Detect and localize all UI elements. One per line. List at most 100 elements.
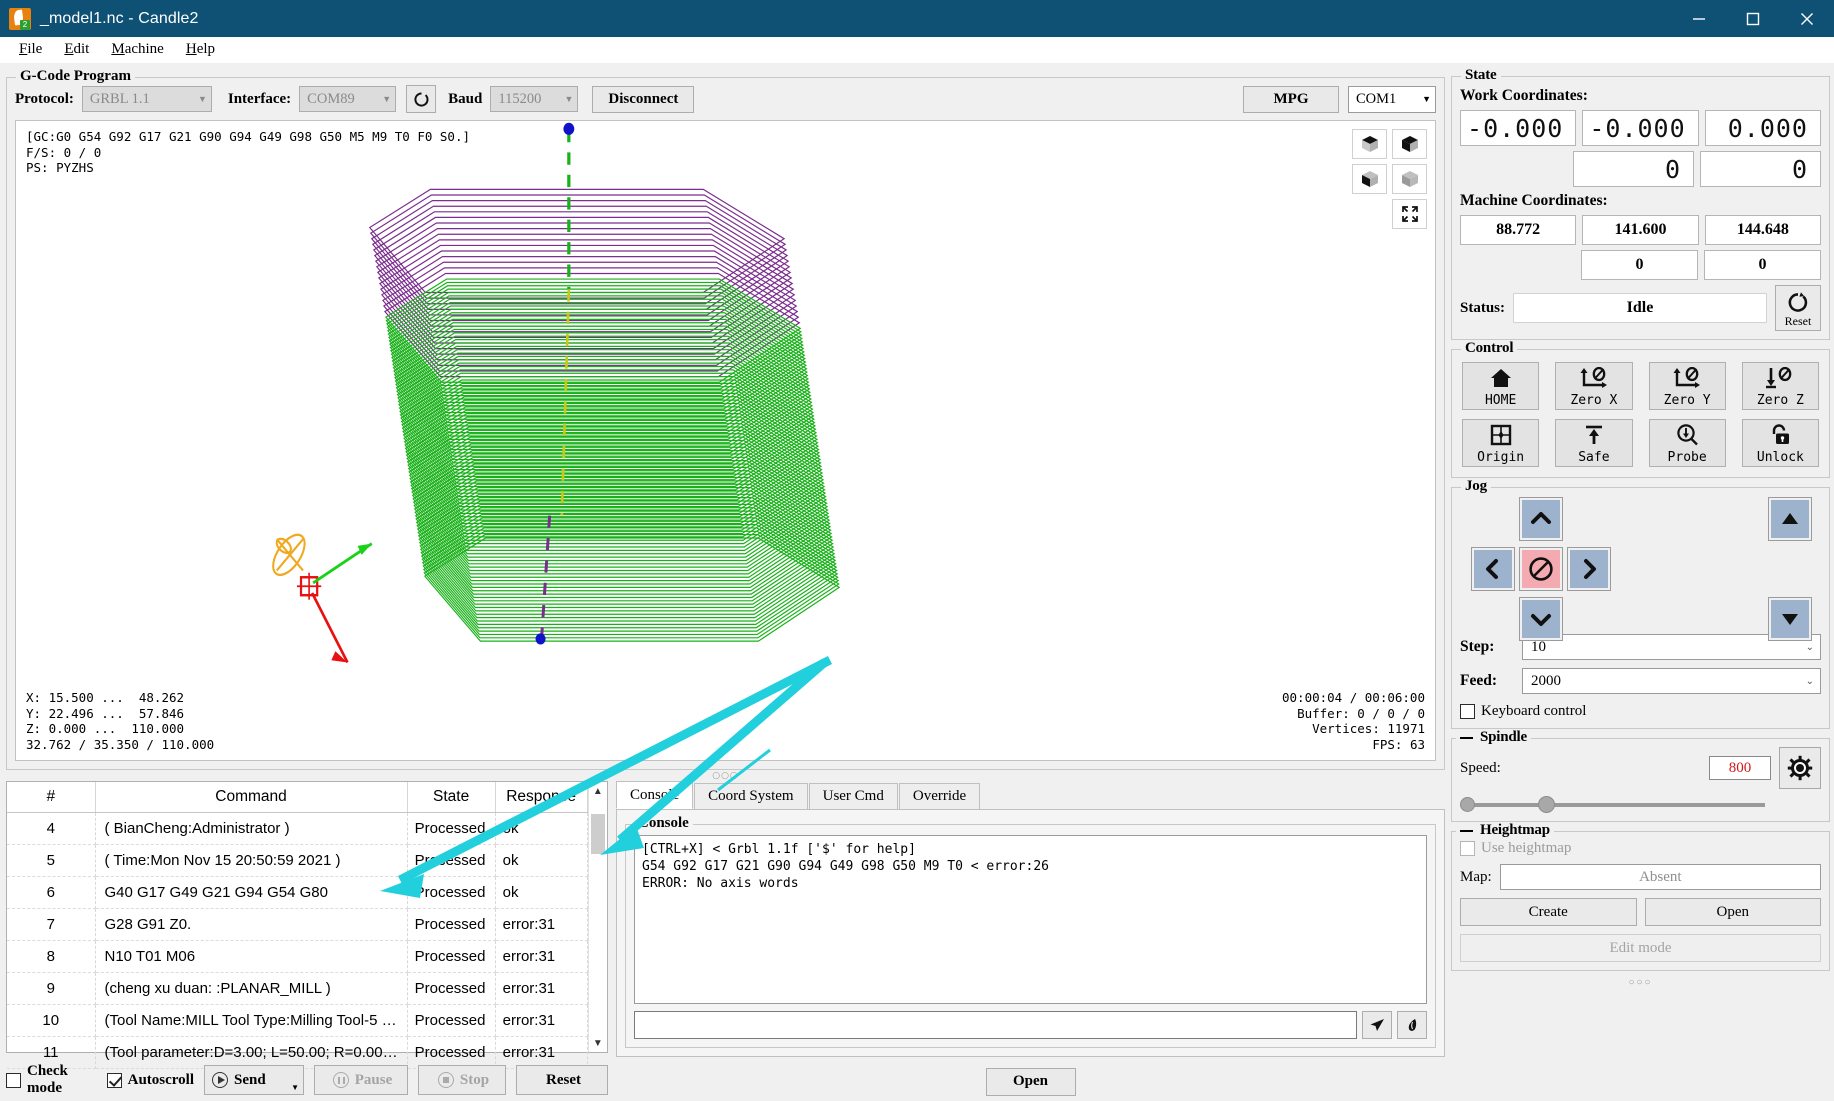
table-row[interactable]: 7 G28 G91 Z0. Processed error:31: [7, 908, 588, 941]
scrollbar-thumb[interactable]: [590, 814, 605, 854]
send-button[interactable]: Send ▼: [204, 1065, 304, 1095]
probe-label: Probe: [1667, 450, 1707, 465]
eraser-icon[interactable]: [1397, 1011, 1427, 1039]
cell-state: Processed: [407, 844, 496, 877]
close-icon[interactable]: [1780, 0, 1834, 37]
safe-button[interactable]: Safe: [1555, 419, 1633, 467]
3d-viewport[interactable]: [GC:G0 G54 G92 G17 G21 G90 G94 G49 G98 G…: [15, 120, 1436, 761]
protocol-select[interactable]: GRBL 1.1 ▼: [81, 86, 212, 112]
spindle-speed-slider[interactable]: [1460, 795, 1765, 813]
jog-z-plus-button[interactable]: [1768, 497, 1812, 541]
open-file-row: Open: [616, 1057, 1445, 1097]
open-button[interactable]: Open: [985, 1067, 1076, 1096]
autoscroll-box[interactable]: [106, 1072, 122, 1088]
table-scrollbar[interactable]: ▲ ▼: [587, 782, 607, 1052]
baud-select[interactable]: 115200 ▼: [490, 86, 579, 112]
home-button[interactable]: HOME: [1462, 362, 1540, 410]
col-header-resp[interactable]: Response: [495, 782, 588, 813]
mpg-button[interactable]: MPG: [1243, 85, 1339, 113]
zero-x-button[interactable]: Zero X: [1555, 362, 1633, 410]
jog-y-plus-button[interactable]: [1519, 497, 1563, 541]
check-mode-checkbox[interactable]: Check mode: [6, 1063, 97, 1097]
minimize-icon[interactable]: [1672, 0, 1726, 37]
work-x-value[interactable]: -0.000: [1460, 110, 1577, 146]
jog-x-minus-button[interactable]: [1471, 547, 1515, 591]
heightmap-create-button[interactable]: Create: [1460, 898, 1637, 926]
tab-override[interactable]: Override: [898, 783, 981, 809]
origin-button[interactable]: Origin: [1462, 419, 1540, 467]
protocol-value: GRBL 1.1: [89, 90, 150, 107]
iso-view-3-icon[interactable]: [1352, 164, 1387, 194]
collapse-minus-icon[interactable]: [1460, 829, 1473, 832]
table-row[interactable]: 9 (cheng xu duan: :PLANAR_MILL ) Processed…: [7, 972, 588, 1005]
console-input[interactable]: [634, 1011, 1357, 1039]
keyboard-control-checkbox[interactable]: Keyboard control: [1460, 703, 1821, 720]
fit-view-icon[interactable]: [1392, 199, 1427, 229]
work-y-value[interactable]: -0.000: [1582, 110, 1699, 146]
slider-knob-value[interactable]: [1538, 796, 1555, 813]
heightmap-panel-legend[interactable]: Heightmap: [1456, 822, 1554, 839]
pause-button[interactable]: Pause: [314, 1065, 408, 1095]
col-header-num[interactable]: #: [7, 782, 96, 813]
spindle-toggle-button[interactable]: [1779, 747, 1821, 789]
use-heightmap-box[interactable]: [1460, 841, 1475, 856]
unlock-button[interactable]: Unlock: [1741, 419, 1819, 467]
work-z-value[interactable]: 0.000: [1704, 110, 1821, 146]
iso-view-1-icon[interactable]: [1352, 129, 1387, 159]
vertical-splitter-handle[interactable]: ○○○: [6, 770, 1445, 781]
tab-console[interactable]: Console: [616, 781, 694, 809]
table-row[interactable]: 8 N10 T01 M06 Processed error:31: [7, 940, 588, 973]
scroll-up-icon[interactable]: ▲: [589, 782, 607, 800]
tab-coord-system[interactable]: Coord System: [694, 783, 808, 809]
feed-select[interactable]: 2000 ⌄: [1522, 668, 1821, 694]
jog-x-plus-button[interactable]: [1567, 547, 1611, 591]
spindle-speed-value[interactable]: 800: [1709, 756, 1771, 780]
zero-z-button[interactable]: Zero Z: [1741, 362, 1819, 410]
heightmap-open-button[interactable]: Open: [1644, 898, 1821, 926]
scroll-down-icon[interactable]: ▼: [589, 1034, 607, 1052]
menu-machine[interactable]: Machine: [100, 39, 174, 60]
tab-user-cmd[interactable]: User Cmd: [808, 783, 898, 809]
slider-knob-min[interactable]: [1460, 797, 1475, 812]
chevron-down-icon[interactable]: ▼: [285, 1083, 299, 1094]
send-paper-plane-icon[interactable]: [1362, 1011, 1392, 1039]
check-mode-box[interactable]: [6, 1072, 21, 1088]
console-output[interactable]: [CTRL+X] < Grbl 1.1f ['$' for help] G54 …: [634, 835, 1427, 1004]
stop-button[interactable]: Stop: [418, 1065, 506, 1095]
use-heightmap-checkbox[interactable]: Use heightmap: [1460, 840, 1821, 857]
menu-edit[interactable]: Edit: [53, 39, 100, 60]
table-row[interactable]: 4( BianCheng:Administrator ) Processed ok: [7, 812, 588, 845]
col-header-cmd[interactable]: Command: [95, 782, 408, 813]
panel-splitter-handle[interactable]: ○○○: [1451, 971, 1830, 988]
com-select[interactable]: COM1 ▼: [1348, 85, 1436, 113]
disconnect-button[interactable]: Disconnect: [592, 85, 695, 113]
menu-file[interactable]: File: [8, 39, 53, 60]
cell-row-number: 8: [7, 940, 96, 973]
table-row[interactable]: 6 G40 G17 G49 G21 G94 G54 G80 Processed ok: [7, 876, 588, 909]
spindle-panel-legend[interactable]: Spindle: [1456, 729, 1531, 746]
table-row[interactable]: 10 (Tool Name:MILL Tool Type:Milling Tool…: [7, 1004, 588, 1037]
keyboard-control-box[interactable]: [1460, 704, 1475, 719]
jog-y-minus-button[interactable]: [1519, 597, 1563, 641]
scrollbar-track[interactable]: [589, 800, 607, 1034]
jog-stop-button[interactable]: [1519, 547, 1563, 591]
iso-view-2-icon[interactable]: [1392, 129, 1427, 159]
autoscroll-checkbox[interactable]: Autoscroll: [106, 1072, 194, 1089]
zero-y-button[interactable]: Zero Y: [1648, 362, 1726, 410]
heightmap-map-field[interactable]: Absent: [1499, 864, 1821, 890]
interface-select[interactable]: COM89 ▼: [299, 86, 397, 112]
collapse-minus-icon[interactable]: [1460, 736, 1473, 739]
grbl-reset-button[interactable]: Reset: [1775, 285, 1821, 331]
reset-button[interactable]: Reset: [516, 1065, 608, 1095]
jog-z-minus-button[interactable]: [1768, 597, 1812, 641]
refresh-ports-button[interactable]: [406, 85, 437, 113]
probe-button[interactable]: Probe: [1648, 419, 1726, 467]
work-b-value[interactable]: 0: [1700, 151, 1821, 187]
table-row[interactable]: 5( Time:Mon Nov 15 20:50:59 2021 ) Proces…: [7, 844, 588, 877]
work-a-value[interactable]: 0: [1573, 151, 1694, 187]
col-header-state[interactable]: State: [407, 782, 496, 813]
iso-view-4-icon[interactable]: [1392, 164, 1427, 194]
heightmap-edit-mode-button[interactable]: Edit mode: [1460, 934, 1821, 962]
maximize-icon[interactable]: [1726, 0, 1780, 37]
menu-help[interactable]: Help: [175, 39, 226, 60]
